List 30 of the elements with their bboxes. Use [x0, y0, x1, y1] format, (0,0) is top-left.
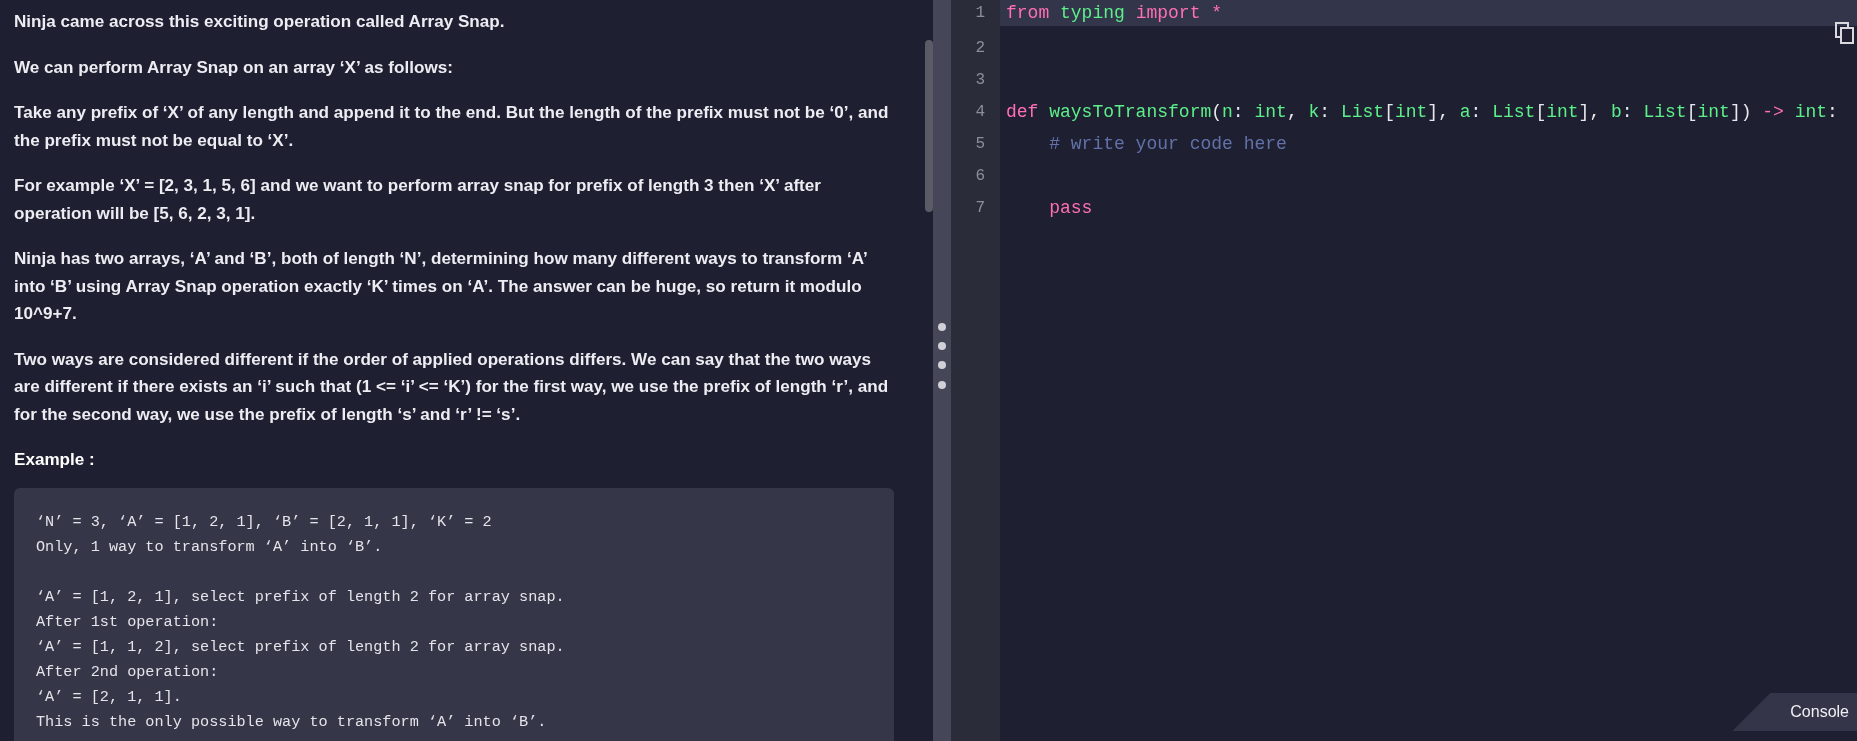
problem-paragraph: Ninja has two arrays, ‘A’ and ‘B’, both of length ‘N’, determining how many different ways to transform ‘A’ into ‘B’ using Array Snap operation exactly ‘K’ times on ‘A’. The answer can be huge, so return it modulo 10^9+7.	[14, 248, 868, 325]
example-code-line: This is the only possible way to transform ‘A’ into ‘B’.	[36, 711, 548, 733]
problem-paragraph: Two ways are considered different if the order of applied operations differs. We can say that the two ways are different if there exists an ‘i’ such that (1 <= ‘i’ <= ‘K’) for the first way, we use the prefix of length ‘r’, and for the second way, we use the prefix of length ‘s’ and ‘r’ != ‘s’.	[14, 348, 890, 426]
console-tab[interactable]: Console	[1732, 693, 1857, 731]
problem-paragraph: Ninja came across this exciting operation called Array Snap.	[14, 11, 506, 33]
problem-paragraph: For example ‘X’ = [2, 3, 1, 5, 6] and we want to perform array snap for prefix of length 3 then ‘X’ after operation will be [5, 6, 2, 3, 1].	[14, 175, 822, 225]
code-line[interactable]: def waysToTransform(n: int, k: List[int], a: List[int], b: List[int]) -> int:	[1006, 96, 1838, 128]
line-number: 5	[974, 134, 985, 155]
line-number: 3	[974, 70, 985, 91]
copy-icon[interactable]	[1835, 22, 1855, 44]
line-number: 4	[974, 102, 985, 123]
scrollbar-thumb[interactable]	[925, 40, 933, 212]
drag-dots-icon	[937, 321, 947, 390]
example-code-line: ‘N’ = 3, ‘A’ = [1, 2, 1], ‘B’ = [2, 1, 1], ‘K’ = 2	[36, 511, 493, 533]
resize-handle[interactable]	[933, 0, 951, 741]
example-code-line: After 2nd operation:	[36, 661, 220, 683]
example-code-line: After 1st operation:	[36, 611, 220, 633]
example-code-line: Only, 1 way to transform ‘A’ into ‘B’.	[36, 536, 384, 558]
code-line[interactable]: pass	[1006, 192, 1093, 224]
code-line[interactable]: from typing import *	[1006, 0, 1223, 26]
example-heading: Example :	[14, 449, 96, 471]
problem-paragraph: Take any prefix of ‘X’ of any length and append it to the end. But the length of the prefix must not be ‘0’, and the prefix must not be equal to ‘X’.	[14, 102, 890, 152]
example-code-line: ‘A’ = [1, 2, 1], select prefix of length 2 for array snap.	[36, 586, 566, 608]
line-number: 2	[974, 38, 985, 59]
example-code-line: ‘A’ = [1, 1, 2], select prefix of length 2 for array snap.	[36, 636, 566, 658]
problem-paragraph: We can perform Array Snap on an array ‘X’ as follows:	[14, 56, 454, 79]
line-number: 1	[974, 3, 985, 24]
example-code-line: ‘A’ = [2, 1, 1].	[36, 686, 183, 708]
line-number: 6	[974, 166, 985, 187]
line-number: 7	[974, 198, 985, 219]
